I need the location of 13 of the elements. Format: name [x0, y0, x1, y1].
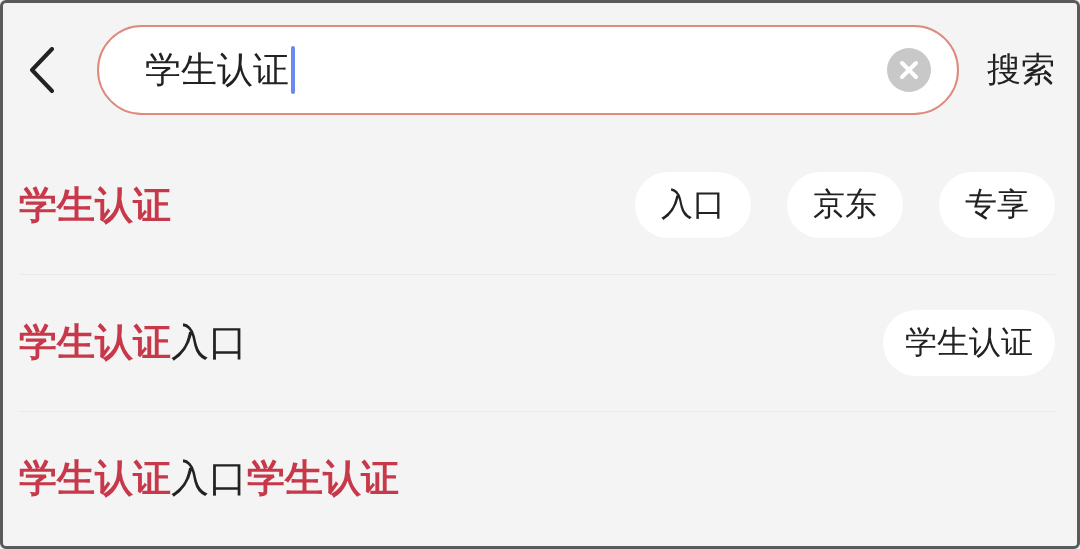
search-field[interactable]: 学生认证 [97, 25, 959, 116]
search-value: 学生认证 [145, 47, 289, 92]
keyword-tag[interactable]: 专享 [939, 172, 1055, 239]
keyword-tag[interactable]: 京东 [787, 172, 903, 239]
back-icon [29, 47, 55, 94]
suggestion-text[interactable]: 学生认证入口 [19, 317, 247, 369]
keyword-tag[interactable]: 学生认证 [883, 309, 1055, 376]
search-button[interactable]: 搜索 [987, 47, 1055, 94]
text-cursor [291, 46, 295, 95]
suggestion-text[interactable]: 学生认证入口学生认证 [19, 453, 399, 505]
close-icon [899, 60, 919, 81]
suggestion-text[interactable]: 学生认证 [19, 179, 171, 231]
keyword-tag[interactable]: 入口 [635, 172, 751, 239]
